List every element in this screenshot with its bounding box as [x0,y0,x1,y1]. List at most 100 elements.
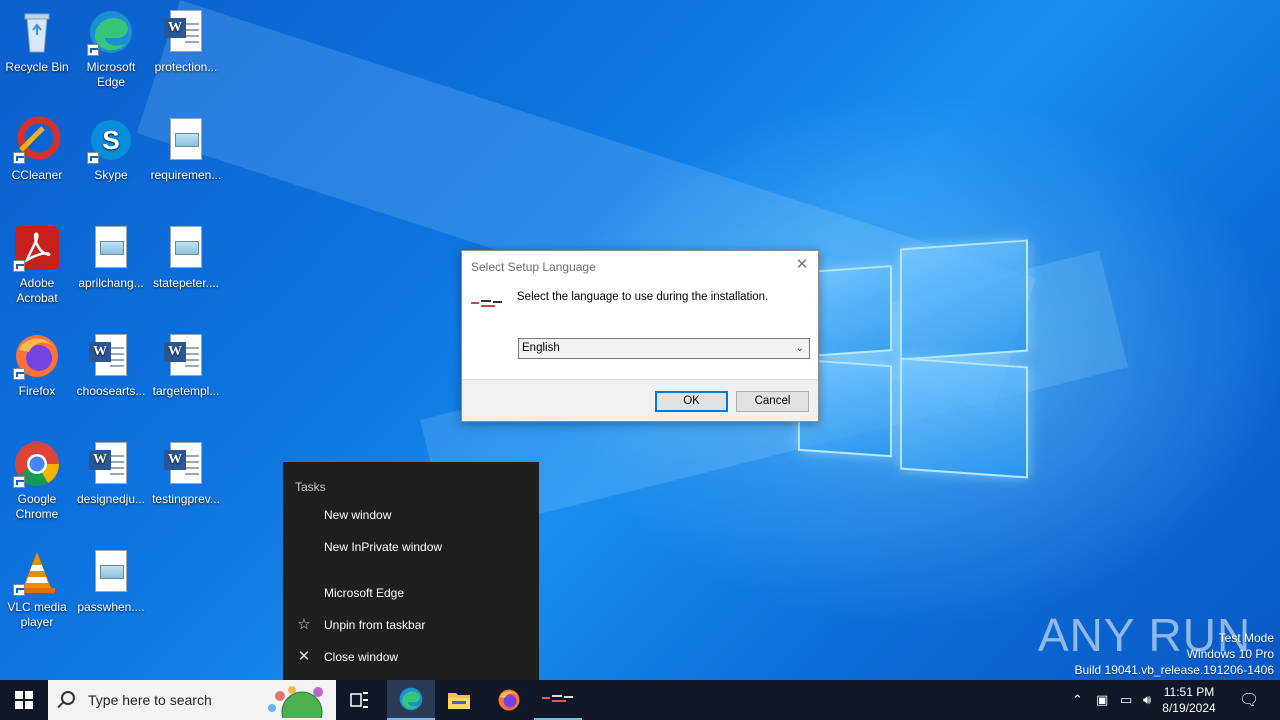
ccleaner-icon [13,116,61,164]
taskbar-search-box[interactable]: Type here to search [48,680,336,720]
image-file-icon [162,224,210,272]
desktop-icon-protection[interactable]: W protection... [149,8,223,75]
jump-list-item-label: New window [324,508,392,522]
image-file-icon [87,548,135,596]
shortcut-arrow-icon [13,260,25,272]
installer-logo-icon [470,297,504,311]
desktop-icon-label: requiremen... [150,168,222,182]
desktop-icon-label: CCleaner [11,168,63,182]
desktop-icon-recycle-bin[interactable]: Recycle Bin [0,8,74,75]
desktop-icon-label: protection... [154,60,218,74]
desktop-icon-targetempl[interactable]: W targetempl... [149,332,223,399]
jump-list-new-inprivate-window[interactable]: New InPrivate window [283,532,539,562]
chrome-icon [13,440,61,488]
desktop-icon-testingprev[interactable]: W testingprev... [149,440,223,507]
task-view-icon [350,692,368,708]
jump-list-unpin[interactable]: ☆ Unpin from taskbar [283,610,539,640]
recycle-bin-icon [13,8,61,56]
vlc-cone-icon [13,548,61,596]
desktop-icon-label: designedju... [76,492,146,506]
desktop-icon-vlc[interactable]: VLC media player [0,548,74,630]
desktop-icon-adobe-acrobat[interactable]: Adobe Acrobat [0,224,74,306]
desktop-icon-skype[interactable]: S Skype [74,116,148,183]
desktop-icon-label: targetempl... [152,384,220,398]
desktop-icon-passwhen[interactable]: passwhen.... [74,548,148,615]
desktop-icon-requiremen[interactable]: requiremen... [149,116,223,183]
dialog-title: Select Setup Language [471,260,596,274]
test-mode-line: Test Mode [1218,631,1274,645]
shortcut-arrow-icon [13,368,25,380]
shortcut-arrow-icon [13,476,25,488]
camera-icon[interactable]: ▣ [1096,692,1108,708]
desktop-icon-label: VLC media player [7,600,67,629]
cancel-button[interactable]: Cancel [736,391,809,412]
ok-button[interactable]: OK [655,391,728,412]
windows-edition-line: Windows 10 Pro [1186,647,1274,661]
windows-logo-pane-2 [900,239,1028,361]
desktop-icon-designedju[interactable]: W designedju... [74,440,148,507]
clock-time: 11:51 PM [1163,685,1215,699]
jump-list-item-label: New InPrivate window [324,540,443,554]
search-icon [61,691,75,705]
taskbar-clock[interactable]: 11:51 PM 8/19/2024 [1154,684,1224,716]
desktop-icon-label: Adobe Acrobat [16,276,58,305]
edge-jump-list: Tasks New window New InPrivate window Mi… [283,462,539,680]
desktop-icon-aprilchang[interactable]: aprilchang... [74,224,148,291]
dialog-prompt: Select the language to use during the in… [517,291,769,303]
notifications-icon[interactable]: 🗨︎ [1239,690,1259,710]
start-button[interactable] [0,680,48,720]
dialog-footer: OK Cancel [462,379,818,421]
jump-list-header: Tasks [295,480,326,494]
desktop-icon-choosearts[interactable]: W choosearts... [74,332,148,399]
volume-icon[interactable]: 🔊︎ [1143,692,1151,708]
desktop-icon-statepeter[interactable]: statepeter.... [149,224,223,291]
windows-logo-pane-1 [810,265,892,357]
desktop-icon-label: passwhen.... [77,600,145,614]
desktop-icon-label: Microsoft Edge [86,60,136,89]
jump-list-open-edge[interactable]: Microsoft Edge [283,578,539,608]
taskbar-installer-button[interactable] [534,680,582,720]
desktop-icon-ccleaner[interactable]: CCleaner [0,116,74,183]
desktop-icon-label: statepeter.... [152,276,220,290]
desktop-icon-label: Firefox [18,384,56,398]
folder-icon [448,693,470,709]
desktop-icon-label: testingprev... [152,492,220,506]
firefox-icon [13,332,61,380]
unpin-icon: ☆ [297,616,311,633]
close-icon[interactable]: ✕ [794,257,810,273]
desktop-icon-label: aprilchang... [78,276,144,290]
desktop-icon-firefox[interactable]: Firefox [0,332,74,399]
installer-app-icon [542,695,573,702]
image-file-icon [162,116,210,164]
word-document-icon: W [162,332,210,380]
jump-list-new-window[interactable]: New window [283,500,539,530]
taskbar-file-explorer-button[interactable] [435,680,483,720]
network-icon[interactable]: ▭ [1120,692,1132,708]
desktop-icon-google-chrome[interactable]: Google Chrome [0,440,74,522]
word-document-icon: W [162,440,210,488]
task-view-button[interactable] [336,680,384,720]
jump-list-close-window[interactable]: ✕ Close window [283,642,539,672]
close-icon: ✕ [297,648,311,665]
shortcut-arrow-icon [13,152,25,164]
chevron-up-icon[interactable]: ⌃ [1072,692,1083,708]
svg-text:S: S [102,125,119,155]
search-placeholder: Type here to search [88,692,212,708]
skype-icon: S [87,116,135,164]
clock-date: 8/19/2024 [1162,701,1216,715]
taskbar-edge-button[interactable] [387,680,435,720]
shortcut-arrow-icon [13,584,25,596]
taskbar-firefox-button[interactable] [485,680,533,720]
desktop-icon-microsoft-edge[interactable]: Microsoft Edge [74,8,148,90]
jump-list-item-label: Microsoft Edge [324,586,405,600]
desktop-icon-label: Skype [94,168,128,182]
jump-list-item-label: Unpin from taskbar [324,618,426,632]
word-document-icon: W [87,332,135,380]
word-document-icon: W [162,8,210,56]
language-select-value: English [522,342,560,354]
windows-start-icon [15,691,33,709]
shortcut-arrow-icon [87,152,99,164]
adobe-acrobat-icon [13,224,61,272]
edge-icon [87,8,135,56]
language-select[interactable]: English ⌄ [518,338,810,359]
